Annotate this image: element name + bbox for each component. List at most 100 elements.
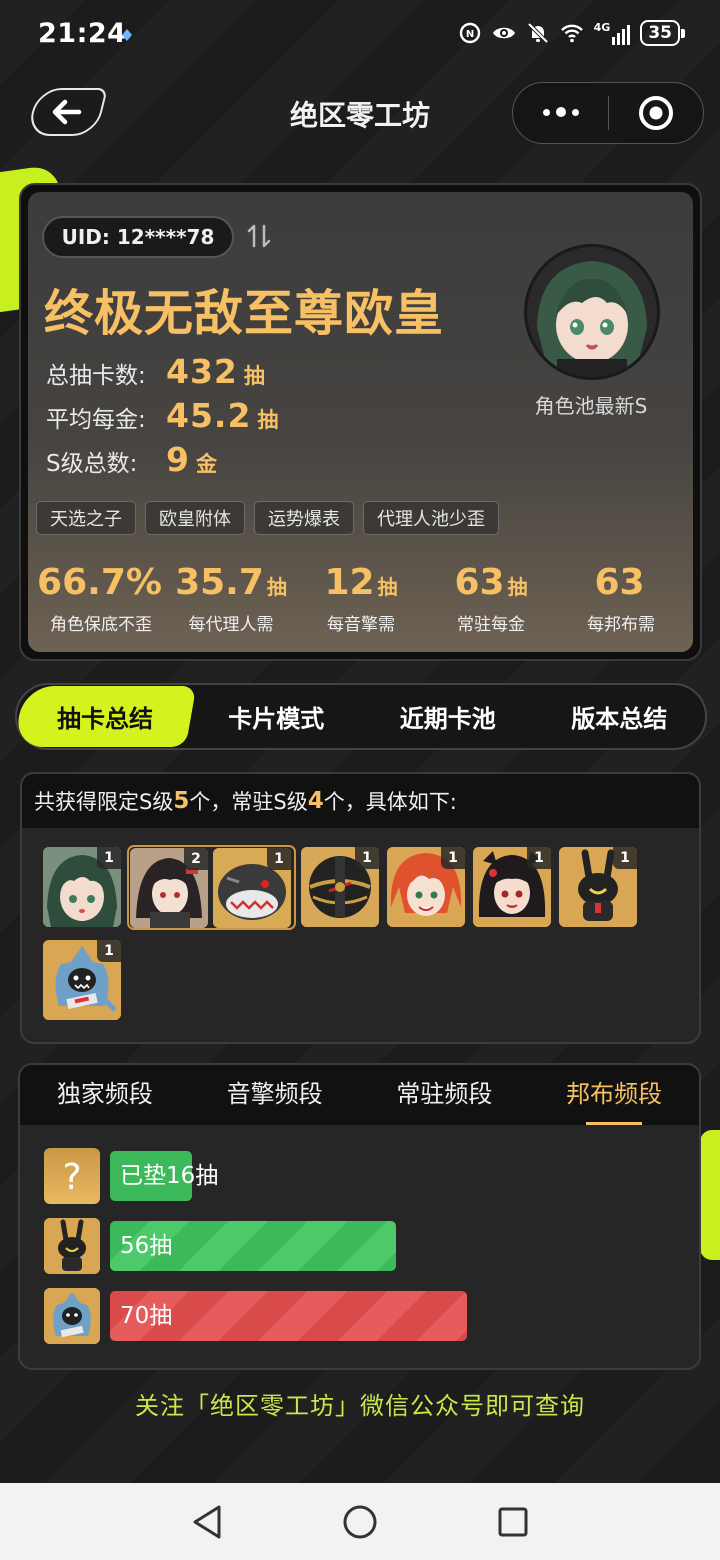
app-notification-icon: [122, 29, 132, 41]
tab-standard-channel[interactable]: 常驻频段: [360, 1065, 530, 1125]
metric-label: 每代理人需: [188, 615, 274, 635]
metric-unit: 抽: [266, 575, 287, 599]
svg-text:N: N: [465, 29, 473, 40]
system-home-button[interactable]: [340, 1502, 380, 1542]
summary-suffix: 个，具体如下:: [323, 790, 457, 814]
stat-unit: 抽: [257, 408, 279, 432]
summary-prefix: 共获得限定S级: [34, 790, 174, 814]
tag: 天选之子: [36, 501, 136, 535]
metric-label: 每邦布需: [587, 615, 655, 635]
metric-standard-per-gold: 63 抽 常驻每金: [426, 562, 556, 635]
character-tile[interactable]: 1: [43, 847, 121, 927]
metric-value: 63: [454, 562, 505, 603]
shark-bangboo-icon: [44, 1288, 100, 1344]
uid-badge: UID: 12****78: [42, 216, 234, 258]
metric-per-agent: 35.7 抽 每代理人需: [166, 562, 296, 635]
tab-bangboo-channel[interactable]: 邦布频段: [529, 1065, 699, 1125]
network-type-label: 4G: [593, 21, 611, 34]
metric-value: 35.7: [175, 562, 264, 603]
character-tile[interactable]: 1: [301, 847, 379, 927]
decorative-lime-shape-right: [700, 1130, 720, 1260]
tag: 运势爆表: [254, 501, 354, 535]
tab-version-summary[interactable]: 版本总结: [534, 685, 706, 748]
svg-text:?: ?: [62, 1157, 81, 1198]
tab-label: 卡片模式: [228, 705, 325, 733]
pull-count-bar: 70抽: [110, 1291, 467, 1341]
count-badge: 1: [97, 847, 121, 869]
count-badge: 1: [441, 847, 465, 869]
eye-icon: [492, 27, 515, 39]
battery-indicator: 35: [640, 20, 685, 46]
stat-total-pulls: 总抽卡数: 432 抽: [46, 352, 265, 391]
character-tile[interactable]: 1: [473, 847, 551, 927]
metric-value: 63: [594, 562, 645, 603]
square-recents-icon: [498, 1507, 528, 1536]
character-tile[interactable]: 1: [387, 847, 465, 927]
metric-unit: 抽: [507, 575, 528, 599]
tab-pull-summary[interactable]: 抽卡总结: [13, 686, 196, 747]
tab-label: 版本总结: [571, 705, 668, 733]
more-button[interactable]: [513, 107, 608, 118]
triangle-back-icon: [193, 1505, 221, 1538]
count-badge: 1: [613, 847, 637, 869]
stat-value: 45.2: [166, 396, 252, 435]
tag-list: 天选之子 欧皇附体 运势爆表 代理人池少歪: [36, 501, 499, 535]
stat-s-rank-total: S级总数: 9 金: [46, 440, 217, 479]
standard-count: 4: [307, 788, 324, 814]
metric-value: 12: [324, 562, 375, 603]
question-mark-icon: ?: [44, 1148, 100, 1204]
tab-label: 近期卡池: [399, 705, 496, 733]
system-recents-button[interactable]: [493, 1502, 533, 1542]
tab-recent-pools[interactable]: 近期卡池: [362, 685, 534, 748]
count-badge: 2: [184, 848, 208, 870]
tag: 欧皇附体: [145, 501, 245, 535]
wifi-icon: [560, 24, 583, 43]
target-icon: [639, 96, 673, 130]
stat-value: 432: [166, 352, 238, 391]
character-tile[interactable]: 2: [130, 848, 208, 928]
tab-exclusive-channel[interactable]: 独家频段: [20, 1065, 190, 1125]
status-icons: N 4G 35: [458, 20, 685, 46]
frequency-tabs: 独家频段 音擎频段 常驻频段 邦布频段: [20, 1065, 699, 1125]
avatar-caption: 角色池最新S: [534, 394, 648, 418]
character-tile[interactable]: 1: [559, 847, 637, 927]
character-tile[interactable]: 1: [213, 848, 291, 928]
stat-average-per-gold: 平均每金: 45.2 抽: [46, 396, 278, 435]
limited-count: 5: [173, 788, 190, 814]
footer-note: 关注「绝区零工坊」微信公众号即可查询: [135, 1392, 585, 1420]
mute-bell-icon: [527, 22, 549, 44]
close-mini-program-button[interactable]: [609, 94, 703, 132]
latest-s-avatar: [524, 244, 660, 380]
system-back-button[interactable]: [187, 1502, 227, 1542]
summary-middle: 个，常驻S级: [189, 790, 308, 814]
summary-text: 共获得限定S级 5 个，常驻S级 4 个，具体如下:: [22, 774, 699, 828]
count-badge: 1: [267, 848, 291, 870]
metric-value: 66.7%: [37, 562, 162, 603]
stat-unit: 抽: [243, 364, 265, 388]
data-saver-icon: N: [459, 22, 480, 44]
count-badge: 1: [527, 847, 551, 869]
metric-per-bangboo: 63 每邦布需: [556, 562, 686, 635]
tab-label: 抽卡总结: [56, 705, 153, 733]
swap-account-icon[interactable]: [246, 222, 272, 250]
signal-icon: 4G: [594, 21, 631, 45]
status-time: 21:24: [38, 18, 127, 49]
tag: 代理人池少歪: [363, 501, 499, 535]
system-navigation-bar: [0, 1483, 720, 1560]
main-tabs: 抽卡总结 卡片模式 近期卡池 版本总结: [13, 683, 707, 750]
tab-card-mode[interactable]: 卡片模式: [191, 685, 363, 748]
character-tile[interactable]: 1: [43, 940, 121, 1020]
pull-count-bar: 已垫16抽: [110, 1151, 218, 1201]
rabbit-bangboo-icon: [44, 1218, 100, 1274]
pull-count-bar: 56抽: [110, 1221, 396, 1271]
mini-program-capsule: [512, 82, 704, 144]
tab-w-engine-channel[interactable]: 音擎频段: [190, 1065, 360, 1125]
metric-per-engine: 12 抽 每音擎需: [296, 562, 426, 635]
metric-label: 角色保底不歪: [50, 615, 152, 635]
stat-value: 9: [166, 440, 190, 479]
metrics-row: 66.7% 角色保底不歪 35.7 抽 每代理人需 12 抽 每音擎需 63 抽 常驻…: [36, 562, 686, 635]
metric-unit: 抽: [377, 575, 398, 599]
more-dot-icon: [571, 108, 579, 116]
count-badge: 1: [355, 847, 379, 869]
metric-guarantee-rate: 66.7% 角色保底不歪: [36, 562, 166, 635]
